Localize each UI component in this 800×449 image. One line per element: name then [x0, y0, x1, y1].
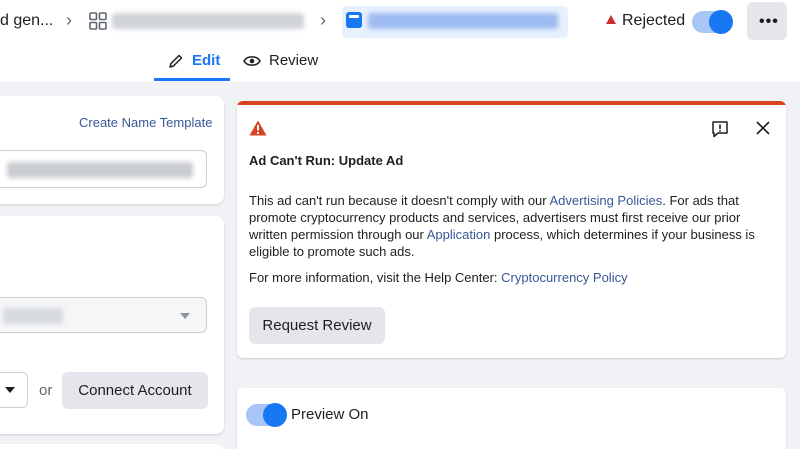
- chevron-right-icon: ›: [66, 10, 72, 30]
- grid-icon: [89, 12, 107, 30]
- report-feedback-icon[interactable]: [711, 120, 729, 138]
- chevron-down-icon: [180, 313, 190, 319]
- page-select-redacted: [3, 308, 63, 324]
- chevron-right-icon: ›: [320, 10, 326, 30]
- warning-icon: [249, 120, 267, 136]
- application-link[interactable]: Application: [427, 227, 491, 242]
- preview-label: Preview On: [291, 406, 369, 423]
- advertising-policies-link[interactable]: Advertising Policies: [550, 193, 663, 208]
- toggle-knob: [709, 10, 733, 34]
- page-select[interactable]: [0, 297, 207, 333]
- ad-name-redacted: [7, 162, 193, 178]
- tab-review[interactable]: Review: [269, 52, 318, 69]
- or-label: or: [39, 382, 53, 399]
- alert-accent-bar: [237, 101, 786, 105]
- create-name-template-link[interactable]: Create Name Template: [79, 115, 212, 130]
- ad-rejected-alert: Ad Can't Run: Update Ad This ad can't ru…: [237, 101, 786, 358]
- help-text: For more information, visit the Help Cen…: [249, 270, 502, 285]
- alert-help-text: For more information, visit the Help Cen…: [249, 270, 628, 285]
- cryptocurrency-policy-link[interactable]: Cryptocurrency Policy: [501, 270, 627, 285]
- preview-toggle[interactable]: [246, 403, 287, 427]
- toggle-knob: [263, 403, 287, 427]
- tab-edit[interactable]: Edit: [192, 52, 220, 69]
- eye-icon: [243, 56, 261, 66]
- close-icon[interactable]: [755, 120, 771, 136]
- breadcrumb-ad-redacted: [368, 13, 558, 29]
- ad-name-input[interactable]: [0, 150, 207, 188]
- alert-title: Ad Can't Run: Update Ad: [249, 153, 404, 168]
- next-panel: [0, 444, 224, 449]
- alert-body: This ad can't run because it doesn't com…: [249, 192, 774, 260]
- request-review-button[interactable]: Request Review: [249, 307, 385, 344]
- breadcrumb-adset-redacted[interactable]: [112, 13, 304, 29]
- alert-body-text: This ad can't run because it doesn't com…: [249, 193, 550, 208]
- document-icon: [346, 12, 362, 28]
- pencil-icon: [169, 54, 183, 68]
- warning-triangle-icon: [606, 15, 616, 24]
- connect-account-button[interactable]: Connect Account: [62, 372, 208, 409]
- account-dropdown[interactable]: [0, 372, 28, 408]
- active-tab-indicator: [154, 78, 230, 81]
- more-options-button[interactable]: •••: [747, 2, 787, 40]
- ellipsis-icon: •••: [759, 13, 779, 30]
- breadcrumb-campaign[interactable]: d gen...: [0, 12, 53, 30]
- ad-status-toggle[interactable]: [692, 10, 733, 34]
- status-label: Rejected: [622, 12, 686, 29]
- chevron-down-icon: [5, 387, 15, 393]
